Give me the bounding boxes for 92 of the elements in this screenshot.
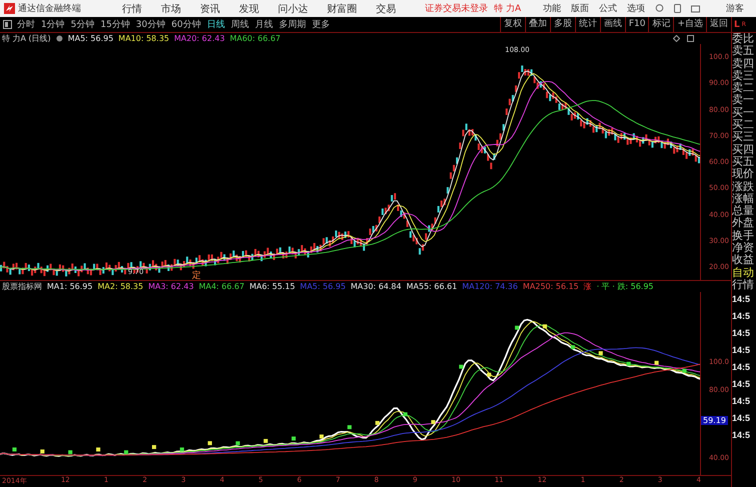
menu-item[interactable]: 版面	[571, 2, 589, 15]
login-notice[interactable]: 证券交易未登录	[425, 2, 488, 15]
legend-value: MA5: 56.95	[68, 34, 114, 43]
chart-title: 特 力A (日线)	[2, 33, 51, 44]
quote-label: 买三	[732, 131, 755, 144]
side-label: L	[734, 20, 740, 30]
legend-value: 涨	[584, 281, 592, 292]
trade-time: 14:5	[732, 361, 752, 374]
legend-value: · 平 · 跌: 56.95	[596, 281, 654, 292]
diamond-icon[interactable]	[673, 35, 680, 42]
menu-item[interactable]: 交易	[376, 2, 396, 16]
period-tab[interactable]: 月线	[254, 18, 273, 31]
trade-time: 14:5	[732, 344, 752, 358]
period-tab[interactable]: 更多	[312, 18, 330, 31]
trade-time: 14:5	[732, 395, 752, 408]
toolbar-button[interactable]: +自选	[673, 17, 706, 32]
period-tab[interactable]: 15分钟	[100, 18, 130, 31]
toolbar-button[interactable]: 多股	[550, 17, 575, 32]
toolbar-button[interactable]: 标记	[648, 17, 674, 32]
stock-name: 特 力A	[494, 2, 522, 15]
period-tab[interactable]: 5分钟	[70, 18, 94, 31]
quote-label: 卖五	[732, 45, 755, 58]
trade-time: 14:5	[732, 327, 752, 340]
auto-label: 自动	[732, 266, 755, 279]
quote-label: 外盘	[732, 217, 755, 230]
toolbar-button[interactable]: 复权	[500, 17, 525, 32]
quote-label: 卖一	[732, 94, 755, 107]
menu-item[interactable]: 发现	[239, 2, 259, 16]
quote-label: 买四	[732, 144, 755, 156]
legend-value: MA10: 58.35	[118, 34, 170, 43]
quote-label: 买一	[732, 106, 755, 119]
quote-label: 换手	[732, 230, 755, 242]
trade-time: 14:5	[732, 378, 752, 392]
trade-time: 14:5	[732, 429, 752, 442]
trade-time: 14:5	[732, 412, 752, 426]
menu-item[interactable]: 功能	[543, 2, 561, 15]
quote-label: 现价	[732, 168, 755, 181]
current-value-badge: 59.19	[701, 416, 728, 426]
quote-label: 净资	[732, 242, 755, 254]
menu-item[interactable]: 市场	[161, 2, 181, 16]
panel-icon[interactable]	[687, 35, 694, 42]
trade-time: 14:5	[732, 310, 752, 324]
menu-item[interactable]: 选项	[627, 2, 645, 15]
legend-value: MA60: 66.67	[230, 34, 281, 43]
logo-icon	[4, 3, 15, 14]
menu-item[interactable]: 资讯	[200, 2, 220, 16]
menu-item[interactable]: 公式	[599, 2, 617, 15]
quote-label: 卖三	[732, 70, 755, 82]
period-tab[interactable]: 60分钟	[171, 18, 201, 31]
toolbar-button[interactable]: F10	[624, 17, 648, 32]
quote-label: 收益	[732, 254, 755, 267]
toolbar-button[interactable]: 叠加	[524, 17, 550, 32]
quote-label: 涨幅	[732, 192, 755, 205]
period-tab[interactable]: 多周期	[278, 18, 306, 31]
toolbar-button[interactable]: 返回	[706, 17, 731, 32]
period-tab[interactable]: 30分钟	[136, 18, 166, 31]
menu-item[interactable]: 行情	[122, 2, 142, 16]
legend-value: MA3: 62.43	[148, 282, 194, 292]
menu-item[interactable]: 问小达	[278, 2, 308, 16]
toolbar-button[interactable]: 统计	[574, 17, 600, 32]
trades-label: 行情	[732, 278, 755, 292]
mail-icon[interactable]	[691, 4, 700, 12]
legend-value: MA5: 56.95	[300, 282, 346, 292]
trade-time: 14:5	[732, 293, 752, 306]
legend-value: MA55: 66.61	[406, 282, 458, 292]
quote-label: 委比	[732, 33, 755, 45]
quote-label: 卖二	[732, 82, 755, 94]
legend-value: MA6: 55.15	[249, 282, 296, 292]
quote-label: 总量	[732, 205, 755, 218]
app-title: 通达信金融终端	[4, 2, 122, 15]
period-tab[interactable]: 日线	[206, 18, 225, 31]
indicator-title: 股票指标网	[2, 281, 42, 292]
quote-label: 卖四	[732, 58, 755, 70]
legend-value: MA4: 66.67	[198, 282, 244, 292]
period-tab[interactable]: 周线	[230, 18, 249, 31]
quote-label: 买二	[732, 119, 755, 132]
menu-item[interactable]: 财富圈	[327, 2, 357, 16]
quote-label: 涨跌	[732, 180, 755, 193]
legend-value: MA120: 74.36	[462, 282, 518, 292]
period-tab[interactable]: 1分钟	[41, 18, 65, 31]
user-label[interactable]: 游客	[726, 2, 744, 15]
legend-value: MA250: 56.15	[522, 282, 579, 292]
legend-value: MA1: 56.95	[47, 282, 93, 292]
period-tab[interactable]: 分时	[17, 18, 35, 31]
legend-value: MA2: 58.35	[98, 282, 144, 292]
marker-label: 定	[192, 270, 201, 282]
phone-icon[interactable]	[674, 4, 681, 13]
quote-label: 买五	[732, 156, 755, 168]
legend-value: MA30: 64.84	[350, 282, 402, 292]
legend-value: MA20: 62.43	[174, 34, 225, 43]
panel-toggle-icon[interactable]	[3, 20, 12, 29]
toolbar-button[interactable]: 画线	[600, 17, 625, 32]
